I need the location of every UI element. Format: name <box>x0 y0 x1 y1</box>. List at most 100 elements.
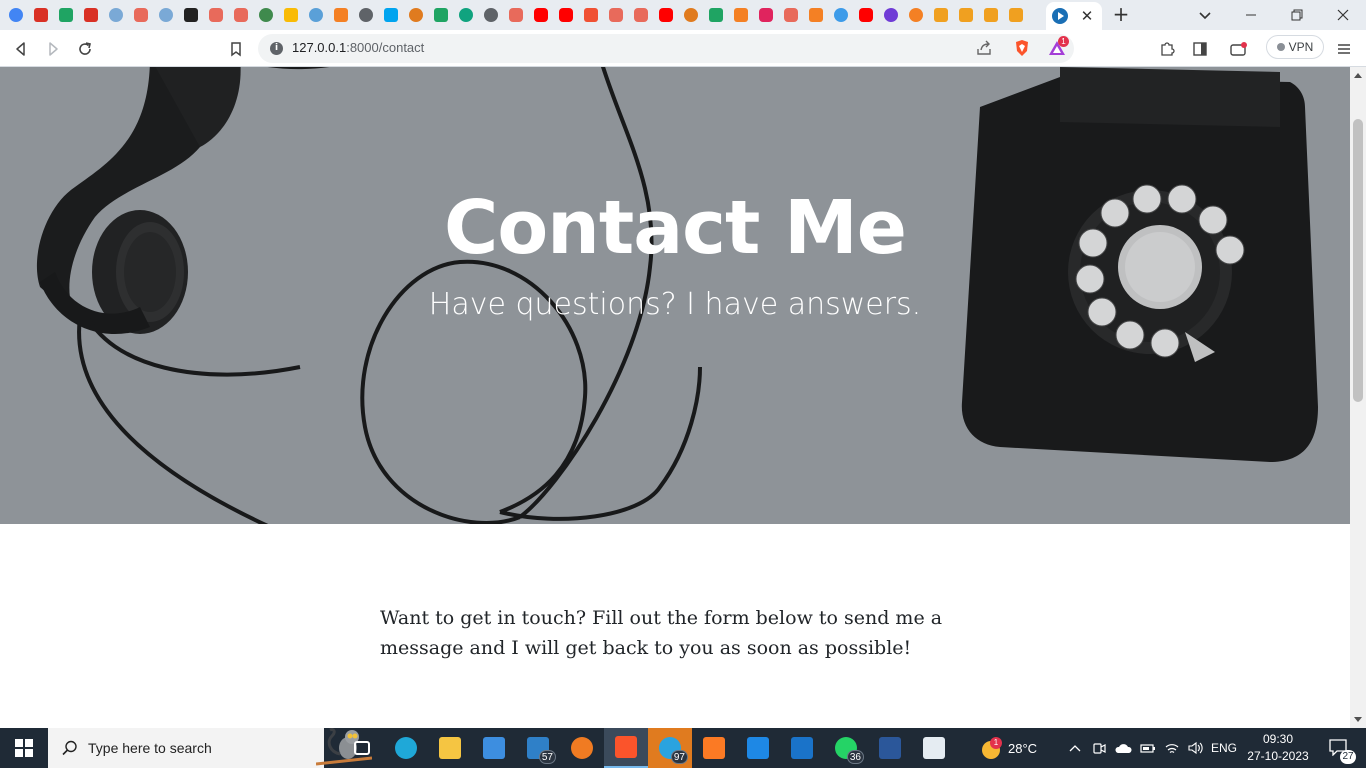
url-text[interactable]: 127.0.0.1:8000/contact <box>292 40 424 55</box>
brave-rewards-button[interactable]: 1 <box>1048 36 1069 56</box>
clock[interactable]: 09:30 27-10-2023 <box>1244 731 1312 765</box>
pinned-tab[interactable] <box>156 5 176 25</box>
unread-count-badge: 57 <box>538 750 556 764</box>
edge-taskbar-button[interactable] <box>384 728 428 768</box>
weather-sun-icon: 1 <box>980 737 1002 759</box>
telegram-taskbar-button[interactable]: 97 <box>648 728 692 768</box>
close-tab-icon[interactable]: ✕ <box>1078 7 1096 25</box>
start-button[interactable] <box>0 728 48 768</box>
wallet-button[interactable] <box>1228 38 1250 60</box>
pinned-tab[interactable] <box>31 5 51 25</box>
pinned-tab[interactable] <box>281 5 301 25</box>
pinned-tab[interactable] <box>181 5 201 25</box>
pinned-tab[interactable] <box>356 5 376 25</box>
pinned-tab[interactable] <box>506 5 526 25</box>
sidebar-button[interactable] <box>1189 38 1211 60</box>
paint-taskbar-button[interactable] <box>912 728 956 768</box>
tab-search-chevron-icon[interactable] <box>1196 6 1214 24</box>
whatsapp-taskbar-button[interactable]: 36 <box>824 728 868 768</box>
page-title: Contact Me <box>444 185 907 271</box>
notification-center-button[interactable]: 27 <box>1322 728 1358 768</box>
pinned-tab[interactable] <box>56 5 76 25</box>
pinned-tab[interactable] <box>381 5 401 25</box>
bookmark-button[interactable] <box>225 38 247 60</box>
extensions-button[interactable] <box>1156 38 1178 60</box>
pinned-tab[interactable] <box>406 5 426 25</box>
task-view-taskbar-button[interactable] <box>340 728 384 768</box>
unread-count-badge: 97 <box>670 750 688 764</box>
back-arrow-icon <box>16 42 25 56</box>
taskbar-search-box[interactable]: Type here to search <box>48 728 372 768</box>
pinned-tab[interactable] <box>856 5 876 25</box>
pinned-tab[interactable] <box>656 5 676 25</box>
pinned-tab[interactable] <box>931 5 951 25</box>
file-explorer-taskbar-button[interactable] <box>428 728 472 768</box>
battery-icon[interactable] <box>1138 728 1158 768</box>
new-tab-button[interactable]: + <box>1110 3 1132 27</box>
active-tab[interactable]: ✕ <box>1046 2 1102 30</box>
outlook-taskbar-button[interactable] <box>780 728 824 768</box>
pinned-tab[interactable] <box>631 5 651 25</box>
pinned-tab[interactable] <box>531 5 551 25</box>
pinned-tab[interactable] <box>481 5 501 25</box>
pinned-tab[interactable] <box>331 5 351 25</box>
pinned-tab[interactable] <box>431 5 451 25</box>
scrollbar-thumb[interactable] <box>1353 119 1363 402</box>
minimize-button[interactable] <box>1228 0 1274 30</box>
wifi-icon[interactable] <box>1162 728 1182 768</box>
pinned-tab[interactable] <box>131 5 151 25</box>
pinned-tab[interactable] <box>806 5 826 25</box>
pinned-tab[interactable] <box>81 5 101 25</box>
forward-button[interactable] <box>42 38 64 60</box>
youtube-icon <box>559 8 573 22</box>
scroll-up-arrow-icon[interactable] <box>1354 73 1362 78</box>
scroll-down-arrow-icon[interactable] <box>1354 717 1362 722</box>
show-hidden-icons-button[interactable] <box>1066 728 1084 768</box>
back-button[interactable] <box>10 38 32 60</box>
pinned-tab[interactable] <box>206 5 226 25</box>
vpn-button[interactable]: VPN <box>1266 35 1324 59</box>
pinned-tab[interactable] <box>306 5 326 25</box>
menu-button[interactable] <box>1333 38 1355 60</box>
volume-icon[interactable] <box>1184 728 1206 768</box>
pinned-tab[interactable] <box>706 5 726 25</box>
restore-button[interactable] <box>1274 0 1320 30</box>
word-taskbar-button[interactable] <box>868 728 912 768</box>
vscode-taskbar-button[interactable] <box>736 728 780 768</box>
pinned-tab[interactable] <box>781 5 801 25</box>
microsoft-store-taskbar-button[interactable] <box>472 728 516 768</box>
weather-widget[interactable]: 1 28°C <box>980 728 1050 768</box>
onedrive-cloud-icon[interactable] <box>1112 728 1134 768</box>
pinned-tab[interactable] <box>606 5 626 25</box>
pinned-tab[interactable] <box>1006 5 1026 25</box>
pinned-tab[interactable] <box>731 5 751 25</box>
pinned-tab[interactable] <box>906 5 926 25</box>
brave-shields-icon[interactable] <box>1014 39 1030 57</box>
pinned-tab[interactable] <box>956 5 976 25</box>
reload-button[interactable] <box>74 38 96 60</box>
pinned-tab[interactable] <box>881 5 901 25</box>
pinned-tab[interactable] <box>231 5 251 25</box>
pinned-tab[interactable] <box>556 5 576 25</box>
pinned-tab[interactable] <box>106 5 126 25</box>
bookmark-book-icon <box>959 8 973 22</box>
brave-taskbar-button[interactable] <box>604 728 648 768</box>
meet-now-icon[interactable] <box>1090 728 1108 768</box>
share-icon[interactable] <box>976 40 992 56</box>
pinned-tab[interactable] <box>681 5 701 25</box>
pinned-tab[interactable] <box>6 5 26 25</box>
pinned-tab[interactable] <box>456 5 476 25</box>
address-bar[interactable]: i 127.0.0.1:8000/contact 1 <box>258 34 1074 63</box>
pinned-tab[interactable] <box>581 5 601 25</box>
site-info-icon[interactable]: i <box>270 42 283 55</box>
pinned-tab[interactable] <box>256 5 276 25</box>
close-window-button[interactable] <box>1320 0 1366 30</box>
xampp-taskbar-button[interactable] <box>692 728 736 768</box>
mail-taskbar-button[interactable]: 57 <box>516 728 560 768</box>
page-scrollbar[interactable] <box>1350 67 1366 728</box>
pinned-tab[interactable] <box>981 5 1001 25</box>
language-indicator[interactable]: ENG <box>1208 728 1240 768</box>
firefox-taskbar-button[interactable] <box>560 728 604 768</box>
pinned-tab[interactable] <box>756 5 776 25</box>
pinned-tab[interactable] <box>831 5 851 25</box>
